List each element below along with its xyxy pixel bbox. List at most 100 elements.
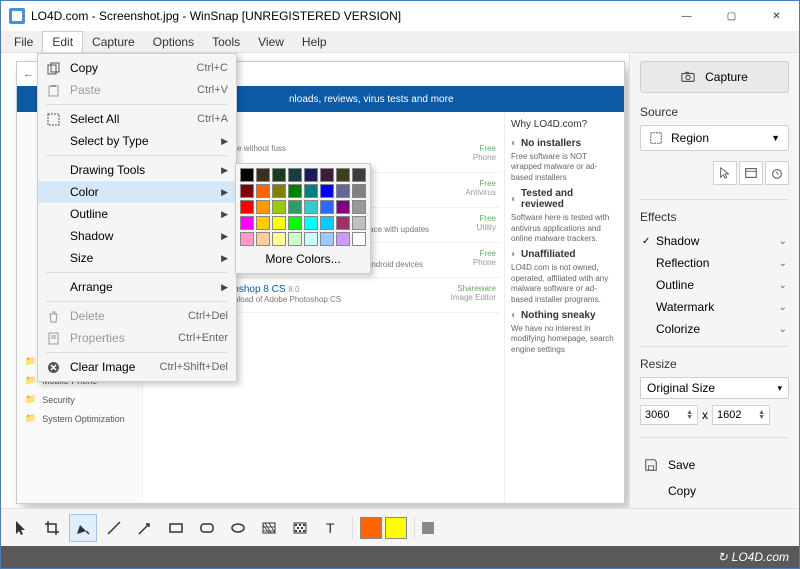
menu-item-clear-image[interactable]: Clear ImageCtrl+Shift+Del	[38, 356, 236, 378]
color-swatch[interactable]	[240, 168, 254, 182]
tool-crop[interactable]	[38, 514, 66, 542]
color-swatch[interactable]	[336, 216, 350, 230]
spinner-icon: ▲▼	[758, 410, 765, 420]
tool-arrow[interactable]	[131, 514, 159, 542]
menu-item-size[interactable]: Size▶	[38, 247, 236, 269]
color-swatch[interactable]	[256, 232, 270, 246]
menu-edit[interactable]: Edit	[42, 31, 83, 52]
close-button[interactable]: ✕	[754, 1, 799, 31]
menu-file[interactable]: File	[5, 31, 42, 52]
secondary-color-swatch[interactable]	[385, 517, 407, 539]
color-swatch[interactable]	[304, 184, 318, 198]
menu-item-arrange[interactable]: Arrange▶	[38, 276, 236, 298]
menu-item-delete[interactable]: DeleteCtrl+Del	[38, 305, 236, 327]
effect-reflection[interactable]: Reflection⌄	[640, 252, 789, 274]
tool-rect[interactable]	[162, 514, 190, 542]
menu-item-select-all[interactable]: Select AllCtrl+A	[38, 108, 236, 130]
hatch-icon	[260, 519, 278, 537]
tool-roundrect[interactable]	[193, 514, 221, 542]
color-swatch[interactable]	[304, 168, 318, 182]
color-swatch[interactable]	[272, 200, 286, 214]
color-swatch[interactable]	[320, 184, 334, 198]
minimize-button[interactable]: —	[664, 1, 709, 31]
effect-watermark[interactable]: Watermark⌄	[640, 296, 789, 318]
tool-pen[interactable]	[69, 514, 97, 542]
source-select[interactable]: Region ▼	[640, 125, 789, 151]
size-indicator[interactable]	[422, 522, 434, 534]
menu-item-color[interactable]: Color▶	[38, 181, 236, 203]
color-swatch[interactable]	[336, 184, 350, 198]
height-input[interactable]: 1602 ▲▼	[712, 405, 770, 425]
color-swatch[interactable]	[304, 216, 318, 230]
color-swatch[interactable]	[288, 216, 302, 230]
copy-button[interactable]: Copy	[640, 478, 789, 504]
menu-options[interactable]: Options	[144, 31, 203, 52]
properties-icon	[44, 330, 62, 346]
color-swatch[interactable]	[288, 232, 302, 246]
effect-outline[interactable]: Outline⌄	[640, 274, 789, 296]
menu-tools[interactable]: Tools	[203, 31, 249, 52]
color-swatch[interactable]	[288, 200, 302, 214]
resize-mode-value: Original Size	[647, 381, 715, 395]
color-swatch[interactable]	[256, 200, 270, 214]
color-swatch[interactable]	[240, 184, 254, 198]
color-swatch[interactable]	[256, 184, 270, 198]
color-swatch[interactable]	[352, 200, 366, 214]
menu-item-drawing-tools[interactable]: Drawing Tools▶	[38, 159, 236, 181]
color-swatch[interactable]	[352, 168, 366, 182]
color-swatch[interactable]	[304, 200, 318, 214]
color-swatch[interactable]	[240, 216, 254, 230]
delete-icon	[44, 308, 62, 324]
color-swatch[interactable]	[272, 168, 286, 182]
primary-color-swatch[interactable]	[360, 517, 382, 539]
color-swatch[interactable]	[336, 200, 350, 214]
width-input[interactable]: 3060 ▲▼	[640, 405, 698, 425]
color-swatch[interactable]	[272, 184, 286, 198]
color-swatch[interactable]	[320, 216, 334, 230]
color-swatch[interactable]	[240, 232, 254, 246]
tool-pointer[interactable]	[7, 514, 35, 542]
color-swatch[interactable]	[304, 232, 318, 246]
tool-line[interactable]	[100, 514, 128, 542]
color-swatch[interactable]	[336, 168, 350, 182]
menu-help[interactable]: Help	[293, 31, 336, 52]
menu-item-label: Copy	[70, 61, 197, 75]
resize-mode-select[interactable]: Original Size ▾	[640, 377, 789, 399]
menu-view[interactable]: View	[249, 31, 293, 52]
effect-shadow[interactable]: ✓Shadow⌄	[640, 230, 789, 252]
color-swatch[interactable]	[336, 232, 350, 246]
capture-button[interactable]: Capture	[640, 61, 789, 93]
color-swatch[interactable]	[288, 168, 302, 182]
save-button[interactable]: Save	[640, 452, 789, 478]
tool-blur[interactable]	[286, 514, 314, 542]
menu-item-outline[interactable]: Outline▶	[38, 203, 236, 225]
timer-mode-button[interactable]	[765, 161, 789, 185]
color-swatch[interactable]	[288, 184, 302, 198]
tool-text[interactable]: T	[317, 514, 345, 542]
menu-item-copy[interactable]: CopyCtrl+C	[38, 57, 236, 79]
cursor-mode-button[interactable]	[713, 161, 737, 185]
menu-item-select-by-type[interactable]: Select by Type▶	[38, 130, 236, 152]
color-swatch[interactable]	[240, 200, 254, 214]
menu-item-shadow[interactable]: Shadow▶	[38, 225, 236, 247]
tool-ellipse[interactable]	[224, 514, 252, 542]
window-mode-button[interactable]	[739, 161, 763, 185]
color-swatch[interactable]	[320, 232, 334, 246]
color-swatch[interactable]	[352, 216, 366, 230]
color-swatch[interactable]	[352, 184, 366, 198]
color-swatch[interactable]	[320, 168, 334, 182]
more-colors-item[interactable]: More Colors...	[240, 246, 366, 269]
blur-icon	[291, 519, 309, 537]
menu-capture[interactable]: Capture	[83, 31, 144, 52]
color-swatch[interactable]	[320, 200, 334, 214]
color-swatch[interactable]	[272, 232, 286, 246]
menu-item-properties[interactable]: PropertiesCtrl+Enter	[38, 327, 236, 349]
color-swatch[interactable]	[256, 168, 270, 182]
maximize-button[interactable]: ▢	[709, 1, 754, 31]
tool-hatch[interactable]	[255, 514, 283, 542]
menu-item-paste[interactable]: PasteCtrl+V	[38, 79, 236, 101]
color-swatch[interactable]	[256, 216, 270, 230]
effect-colorize[interactable]: Colorize⌄	[640, 318, 789, 340]
color-swatch[interactable]	[272, 216, 286, 230]
color-swatch[interactable]	[352, 232, 366, 246]
